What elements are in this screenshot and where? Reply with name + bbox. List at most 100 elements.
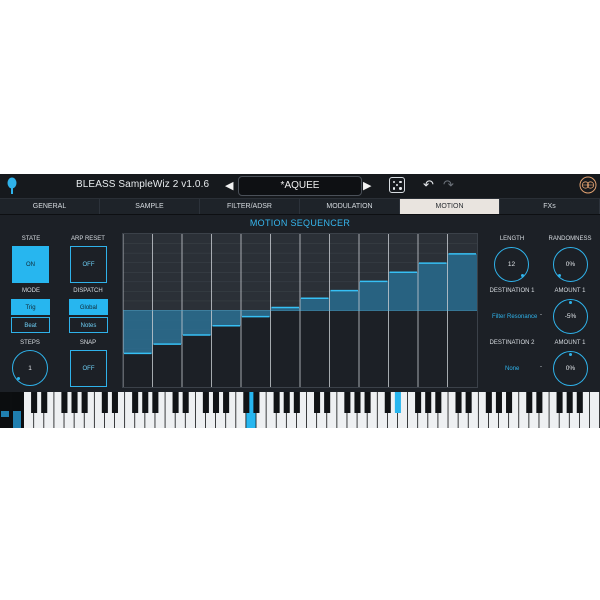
state-toggle[interactable]: ON — [12, 246, 49, 283]
black-key[interactable] — [364, 392, 371, 413]
sequencer-grid[interactable] — [122, 234, 477, 387]
black-key[interactable] — [71, 392, 78, 413]
black-key[interactable] — [344, 392, 351, 413]
black-key[interactable] — [576, 392, 583, 413]
black-key[interactable] — [273, 392, 280, 413]
steps-knob[interactable]: 1 — [12, 350, 48, 386]
keyboard-keys[interactable] — [0, 392, 600, 428]
black-key[interactable] — [293, 392, 300, 413]
black-key[interactable] — [253, 392, 260, 413]
black-key[interactable] — [142, 392, 149, 413]
pitch-wheel-handle[interactable] — [1, 411, 9, 417]
motion-sequencer[interactable] — [122, 233, 478, 388]
logo-icon[interactable] — [6, 177, 18, 195]
step-bar[interactable] — [211, 325, 242, 387]
tab-sample[interactable]: SAMPLE — [100, 199, 200, 214]
destination2-dash: - — [540, 364, 542, 370]
sequencer-title: MOTION SEQUENCER — [249, 218, 351, 228]
mode-trig-button[interactable]: Trig — [11, 299, 50, 315]
undo-icon[interactable]: ↶ — [423, 177, 434, 193]
step-mod-area — [329, 290, 359, 311]
knob-indicator — [521, 274, 524, 277]
black-key[interactable] — [536, 392, 543, 413]
step-mod-area — [447, 253, 477, 311]
destination2-label: DESTINATION 2 — [489, 340, 535, 346]
black-key[interactable] — [415, 392, 422, 413]
black-key[interactable] — [283, 392, 290, 413]
dispatch-notes-button[interactable]: Notes — [69, 317, 108, 333]
black-key[interactable] — [506, 392, 513, 413]
step-mod-area — [152, 310, 182, 345]
black-key[interactable] — [526, 392, 533, 413]
step-mod-area — [359, 281, 389, 311]
destination1-select[interactable]: Filter Resonance — [492, 314, 537, 320]
mode-beat-button[interactable]: Beat — [11, 317, 50, 333]
black-key[interactable] — [425, 392, 432, 413]
step-bar[interactable] — [241, 316, 271, 387]
amount2-knob[interactable]: 0% — [553, 351, 588, 386]
black-key[interactable] — [485, 392, 492, 413]
preset-selector[interactable]: *AQUEE — [238, 176, 362, 196]
destination1-label: DESTINATION 1 — [489, 288, 535, 294]
tab-fxs[interactable]: FXs — [500, 199, 600, 214]
black-key[interactable] — [152, 392, 159, 413]
black-key[interactable] — [495, 392, 502, 413]
black-key[interactable] — [111, 392, 118, 413]
amount1-knob[interactable]: -5% — [553, 299, 588, 334]
step-bar[interactable] — [152, 344, 183, 387]
step-bar[interactable] — [270, 307, 301, 387]
black-key[interactable] — [202, 392, 209, 413]
samplewiz-app: BLEASS SampleWiz 2 v1.0.6 ◀ *AQUEE ▶ ↶ ↷… — [0, 174, 600, 428]
tab-modulation[interactable]: MODULATION — [300, 199, 400, 214]
step-bar[interactable] — [300, 298, 330, 387]
black-key[interactable] — [172, 392, 179, 413]
redo-icon[interactable]: ↷ — [443, 177, 454, 193]
snap-toggle[interactable]: OFF — [70, 350, 107, 387]
pitch-wheel[interactable] — [0, 392, 10, 428]
piano-keyboard[interactable] — [0, 392, 600, 428]
amount2-value: 0% — [565, 365, 576, 372]
white-key[interactable] — [589, 392, 600, 428]
tab-filter-adsr[interactable]: FILTER/ADSR — [200, 199, 300, 214]
mode-label: MODE — [22, 288, 40, 294]
tab-bar: GENERAL SAMPLE FILTER/ADSR MODULATION MOTION… — [0, 199, 600, 215]
step-mod-area — [418, 263, 448, 311]
black-key[interactable] — [101, 392, 108, 413]
destination2-select[interactable]: None — [505, 366, 519, 372]
black-key[interactable] — [324, 392, 331, 413]
step-bar[interactable] — [123, 353, 153, 387]
black-key[interactable] — [182, 392, 189, 413]
black-key[interactable] — [243, 392, 250, 413]
black-key[interactable] — [556, 392, 563, 413]
tab-general[interactable]: GENERAL — [0, 199, 100, 214]
next-preset-button[interactable]: ▶ — [363, 179, 371, 192]
black-key[interactable] — [566, 392, 573, 413]
tab-motion[interactable]: MOTION — [400, 199, 500, 214]
amount1-value: -5% — [564, 313, 577, 320]
destination1-dash: - — [540, 312, 542, 318]
black-key[interactable] — [314, 392, 321, 413]
black-key[interactable] — [212, 392, 220, 413]
black-key[interactable] — [81, 392, 88, 413]
black-key[interactable] — [465, 392, 472, 413]
dispatch-global-button[interactable]: Global — [69, 299, 108, 315]
black-key[interactable] — [394, 392, 401, 413]
prev-preset-button[interactable]: ◀ — [225, 179, 233, 192]
dice-icon[interactable] — [389, 177, 405, 193]
black-key[interactable] — [31, 392, 38, 413]
step-bar[interactable] — [182, 334, 212, 387]
black-key[interactable] — [61, 392, 68, 413]
black-key[interactable] — [132, 392, 139, 413]
length-knob[interactable]: 12 — [494, 247, 529, 282]
arp-reset-toggle[interactable]: OFF — [70, 246, 107, 283]
black-key[interactable] — [354, 392, 361, 413]
black-key[interactable] — [435, 392, 442, 413]
randomness-knob[interactable]: 0% — [553, 247, 588, 282]
black-key[interactable] — [384, 392, 391, 413]
black-key[interactable] — [223, 392, 230, 413]
knob-indicator — [569, 301, 572, 304]
black-key[interactable] — [455, 392, 462, 413]
brand-logo-icon[interactable] — [579, 176, 597, 194]
arp-reset-label: ARP RESET — [71, 236, 105, 242]
black-key[interactable] — [41, 392, 48, 413]
